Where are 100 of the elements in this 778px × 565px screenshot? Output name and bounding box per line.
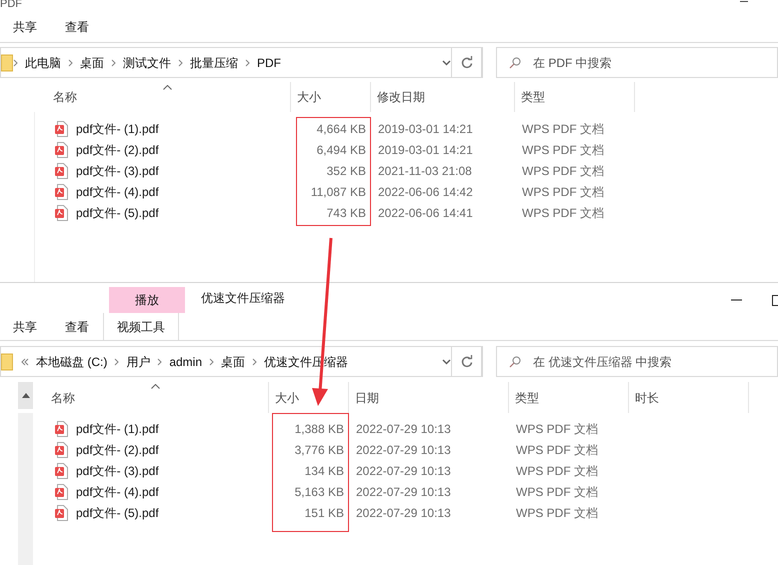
pdf-file-icon xyxy=(55,204,68,220)
file-name[interactable]: pdf文件- (2).pdf xyxy=(76,440,159,458)
ribbon-tab[interactable]: 共享 xyxy=(0,313,51,340)
ribbon-tab[interactable]: 查看 xyxy=(51,12,103,42)
chevron-icon xyxy=(157,358,162,366)
caret-up-icon xyxy=(22,393,30,398)
ribbon-tab[interactable]: 共享 xyxy=(0,12,51,42)
chevron-icon xyxy=(111,58,116,66)
file-name[interactable]: pdf文件- (3).pdf xyxy=(76,162,159,180)
column-header[interactable]: 类型 xyxy=(515,388,539,406)
sort-caret-icon xyxy=(162,85,172,90)
table-cell-text: 2022-07-29 10:13 xyxy=(355,484,452,500)
pdf-file-icon xyxy=(55,120,68,136)
pdf-file-icon xyxy=(55,504,68,520)
table-cell-text: 151 KB xyxy=(304,504,345,522)
refresh-icon xyxy=(460,355,472,368)
breadcrumb-item[interactable]: PDF xyxy=(250,54,288,72)
table-cell-text: 134 KB xyxy=(304,462,345,480)
chevron-icon xyxy=(252,358,258,366)
pdf-file-icon xyxy=(55,442,68,458)
search-icon xyxy=(509,56,521,68)
table-cell-text: WPS PDF 文档 xyxy=(515,462,600,480)
column-header[interactable]: 日期 xyxy=(355,388,379,406)
dropdown-icon xyxy=(442,358,451,364)
pdf-file-icon xyxy=(55,142,68,158)
table-cell-text: WPS PDF 文档 xyxy=(515,420,600,438)
column-header[interactable]: 修改日期 xyxy=(377,88,425,106)
refresh-button[interactable] xyxy=(451,47,482,78)
table-cell-text: WPS PDF 文档 xyxy=(521,120,606,138)
column-header[interactable]: 名称 xyxy=(51,388,75,406)
pdf-file-icon xyxy=(55,420,68,436)
table-cell-text: WPS PDF 文档 xyxy=(521,204,606,222)
table-cell-text: 2022-07-29 10:13 xyxy=(355,504,452,522)
table-cell-text: 1,388 KB xyxy=(294,420,345,438)
table-cell-text: WPS PDF 文档 xyxy=(521,142,606,158)
column-header[interactable]: 大小 xyxy=(275,388,299,406)
table-cell-text: WPS PDF 文档 xyxy=(521,162,606,180)
table-cell-text: 743 KB xyxy=(326,204,367,222)
table-cell-text: 2022-06-06 14:41 xyxy=(377,204,474,222)
table-cell-text: 2022-07-29 10:13 xyxy=(355,442,452,458)
breadcrumb-item[interactable]: 本地磁盘 (C:) xyxy=(29,352,114,370)
file-name[interactable]: pdf文件- (2).pdf xyxy=(76,140,159,158)
dropdown-icon xyxy=(442,60,451,66)
overflow-chevron-icon xyxy=(21,358,29,366)
refresh-button[interactable] xyxy=(451,346,482,377)
minimize-button[interactable] xyxy=(731,299,742,301)
chevron-icon xyxy=(178,58,183,66)
chevron-icon xyxy=(114,358,120,366)
chevron-icon xyxy=(68,58,73,66)
refresh-icon xyxy=(460,56,472,69)
pdf-file-icon xyxy=(55,462,68,478)
file-name[interactable]: pdf文件- (5).pdf xyxy=(76,504,159,522)
table-cell-text: 6,494 KB xyxy=(316,142,367,158)
breadcrumb-item[interactable]: 桌面 xyxy=(73,54,111,72)
column-header[interactable]: 类型 xyxy=(521,88,545,106)
table-cell-text: WPS PDF 文档 xyxy=(521,184,606,200)
breadcrumb-item[interactable]: 此电脑 xyxy=(18,54,68,72)
sort-caret-icon xyxy=(150,384,160,389)
file-name[interactable]: pdf文件- (4).pdf xyxy=(76,482,159,500)
table-cell-text: 11,087 KB xyxy=(310,184,367,200)
breadcrumb-item[interactable]: 桌面 xyxy=(214,352,252,370)
chevron-icon xyxy=(245,58,250,66)
file-name[interactable]: pdf文件- (3).pdf xyxy=(76,462,159,480)
table-cell-text: WPS PDF 文档 xyxy=(515,504,600,522)
column-header[interactable]: 大小 xyxy=(297,88,321,106)
window-title: 优速文件压缩器 xyxy=(201,290,285,307)
table-cell-text: WPS PDF 文档 xyxy=(515,442,600,458)
table-cell-text: 352 KB xyxy=(326,162,367,180)
search-field[interactable]: 在 PDF 中搜索 xyxy=(496,47,778,78)
file-name[interactable]: pdf文件- (1).pdf xyxy=(76,120,159,138)
table-cell-text: 2019-03-01 14:21 xyxy=(377,120,474,138)
ribbon-tab[interactable]: 查看 xyxy=(51,313,103,340)
table-cell-text: 2021-11-03 21:08 xyxy=(377,162,473,180)
file-name[interactable]: pdf文件- (5).pdf xyxy=(76,204,159,222)
table-cell-text: 2022-06-06 14:42 xyxy=(377,184,474,200)
breadcrumb-item[interactable]: 用户 xyxy=(119,352,158,370)
table-cell-text: 2022-07-29 10:13 xyxy=(355,420,452,438)
context-tab-label: 播放 xyxy=(109,287,185,313)
table-cell-text: 2022-07-29 10:13 xyxy=(355,462,452,480)
pdf-file-icon xyxy=(55,162,68,178)
folder-icon xyxy=(1,352,13,370)
breadcrumb-item[interactable]: 批量压缩 xyxy=(183,54,245,72)
chevron-icon xyxy=(13,58,18,66)
table-cell-text: 5,163 KB xyxy=(294,484,345,500)
pdf-file-icon xyxy=(55,484,68,500)
file-name[interactable]: pdf文件- (4).pdf xyxy=(76,182,159,200)
table-cell-text: 4,664 KB xyxy=(316,120,367,138)
table-cell-text: WPS PDF 文档 xyxy=(515,484,600,500)
folder-icon xyxy=(1,54,13,72)
breadcrumb-item[interactable]: 测试文件 xyxy=(116,54,178,72)
column-header[interactable]: 名称 xyxy=(53,88,77,106)
table-cell-text: 3,776 KB xyxy=(294,442,345,458)
breadcrumb-item[interactable]: admin xyxy=(162,352,210,370)
pdf-file-icon xyxy=(55,184,68,200)
column-header[interactable]: 时长 xyxy=(635,388,659,406)
scroll-up-button[interactable] xyxy=(18,382,33,409)
table-cell-text: 2019-03-01 14:21 xyxy=(377,142,474,158)
search-icon xyxy=(509,356,521,368)
file-name[interactable]: pdf文件- (1).pdf xyxy=(76,420,159,438)
search-field[interactable]: 在 优速文件压缩器 中搜索 xyxy=(496,346,778,377)
